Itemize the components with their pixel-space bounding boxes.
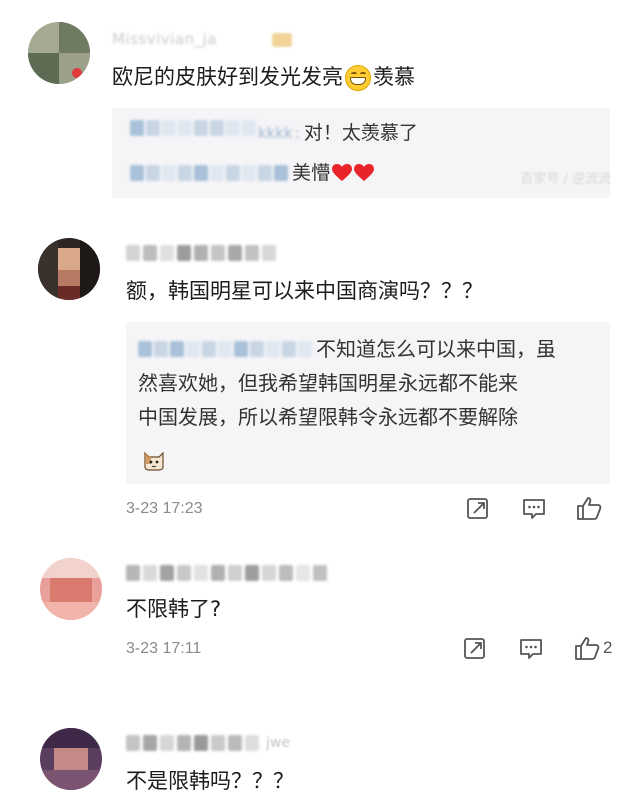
comment-timestamp: 3-23 17:11: [126, 640, 202, 657]
comment-icon[interactable]: [521, 496, 547, 522]
comment-2: 额，韩国明星可以来中国商演吗？？？ 不知道怎么可以来中国，虽 然喜欢她，但我希望…: [0, 210, 625, 540]
reply-item[interactable]: 美懵: [130, 160, 375, 186]
share-icon[interactable]: [465, 496, 491, 522]
comment-text: 欧尼的皮肤好到发光发亮 羡慕: [112, 65, 415, 91]
comment-text: 不限韩了?: [126, 597, 222, 621]
reply-item[interactable]: 不知道怎么可以来中国，虽: [138, 332, 556, 366]
username[interactable]: Missvivian_ja: [112, 30, 312, 52]
watermark: 百家号 / 逆流流: [520, 172, 611, 187]
username[interactable]: [126, 562, 327, 584]
comment-1: Missvivian_ja 欧尼的皮肤好到发光发亮 羡慕 kkkk: 对！太羡慕了…: [0, 0, 625, 210]
comment-3: 不限韩了? 3-23 17:11 2: [0, 540, 625, 700]
grinning-face-icon: [345, 65, 371, 91]
reply-text-line: 然喜欢她，但我希望韩国明星永远都不能来: [138, 371, 518, 395]
comment-4: jwe 不是限韩吗？？？: [0, 700, 625, 804]
heart-icon: [354, 164, 375, 181]
avatar[interactable]: [38, 238, 100, 300]
share-icon[interactable]: [462, 636, 488, 662]
cat-sticker-icon: [144, 451, 164, 471]
like-count: 2: [603, 638, 613, 657]
avatar[interactable]: [40, 558, 102, 620]
comment-text: 额，韩国明星可以来中国商演吗？？？: [126, 279, 483, 303]
comment-text: 不是限韩吗？？？: [126, 769, 294, 793]
avatar[interactable]: [40, 728, 102, 790]
heart-icon: [332, 164, 353, 181]
comment-timestamp: 3-23 17:23: [126, 500, 203, 517]
username-badge: [272, 33, 292, 47]
thumbs-up-icon[interactable]: [576, 495, 602, 521]
avatar[interactable]: [28, 22, 90, 84]
username[interactable]: jwe: [126, 732, 290, 754]
thumbs-up-icon[interactable]: [574, 635, 600, 661]
reply-username[interactable]: [138, 341, 312, 357]
username[interactable]: [126, 242, 276, 264]
reply-text-line: 中国发展，所以希望限韩令永远都不要解除: [138, 405, 518, 429]
reply-item[interactable]: kkkk: 对！太羡慕了: [130, 120, 418, 146]
reply-box[interactable]: 不知道怎么可以来中国，虽 然喜欢她，但我希望韩国明星永远都不能来 中国发展，所以…: [126, 322, 610, 484]
reply-username[interactable]: kkkk:: [130, 120, 300, 146]
comment-icon[interactable]: [518, 636, 544, 662]
reply-username[interactable]: [130, 165, 288, 181]
